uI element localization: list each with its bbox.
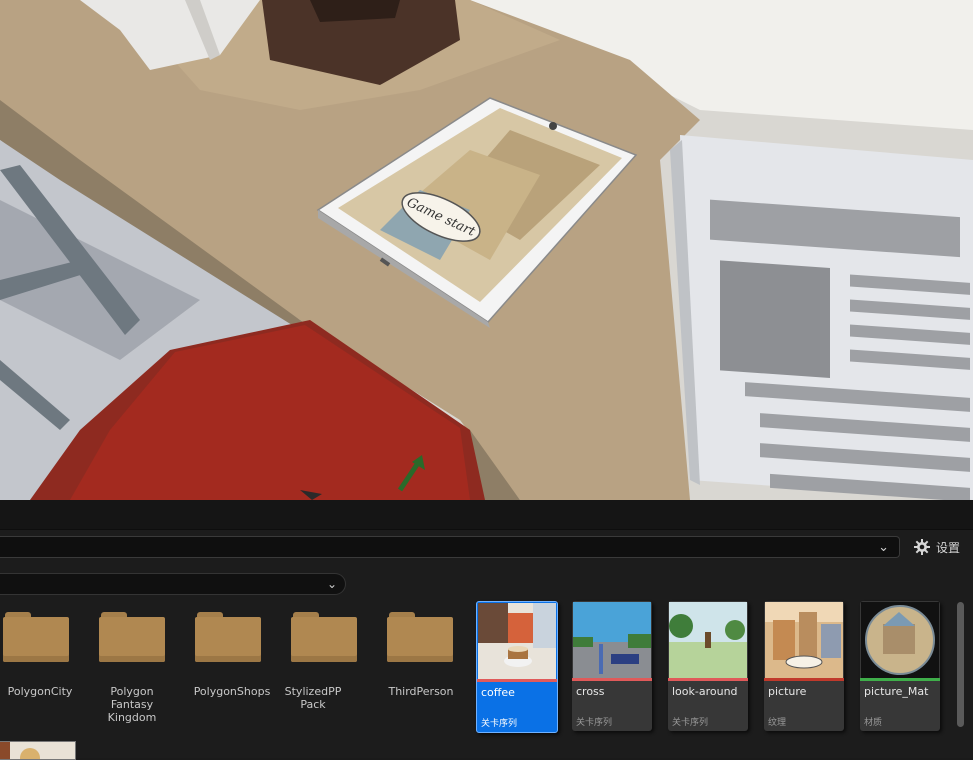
panel-header-strip — [0, 500, 973, 530]
folder-name: ThirdPerson — [388, 685, 454, 698]
folder-item[interactable]: PolygonShops — [192, 600, 272, 731]
asset-name: look-around — [672, 685, 738, 698]
asset-tile-cross[interactable]: cross 关卡序列 — [572, 601, 652, 731]
folder-name: PolygonShops — [193, 685, 271, 698]
folder-item[interactable]: StylizedPP Pack — [285, 600, 368, 731]
asset-type-color-bar — [860, 678, 940, 681]
asset-tile-coffee[interactable]: coffee 关卡序列 — [476, 601, 558, 733]
asset-type: 关卡序列 — [481, 719, 518, 729]
chevron-down-icon[interactable]: ⌄ — [878, 540, 889, 555]
folder-name: Polygon Fantasy Kingdom — [107, 685, 157, 724]
search-filter-bar[interactable]: ⌄ — [0, 536, 900, 558]
asset-thumbnail — [669, 602, 747, 678]
vertical-scrollbar[interactable] — [957, 602, 964, 727]
asset-name: cross — [576, 685, 605, 698]
gear-icon — [914, 539, 930, 555]
path-dropdown[interactable]: ⌄ — [0, 573, 346, 595]
content-browser: ⌄ 设置 ⌄ PolygonCity Polygon Fantasy Kingd… — [0, 500, 973, 760]
folder-icon — [3, 612, 69, 662]
asset-type: 材质 — [864, 718, 883, 728]
asset-name: coffee — [481, 686, 515, 699]
asset-tile-picture[interactable]: picture 纹理 — [764, 601, 844, 731]
asset-type: 纹理 — [768, 718, 787, 728]
folder-item[interactable]: PolygonCity — [0, 600, 80, 731]
settings-label: 设置 — [936, 540, 961, 555]
asset-tile-look-around[interactable]: look-around 关卡序列 — [668, 601, 748, 731]
asset-type-color-bar — [477, 679, 557, 682]
asset-tile-partial[interactable] — [0, 741, 76, 760]
asset-name: picture_Mat — [864, 685, 929, 698]
asset-name: picture — [768, 685, 807, 698]
folder-item[interactable]: Polygon Fantasy Kingdom — [96, 600, 176, 731]
folder-icon — [387, 612, 453, 662]
asset-type: 关卡序列 — [672, 718, 709, 728]
folder-icon — [99, 612, 165, 662]
folder-icon — [291, 612, 357, 662]
folder-item[interactable]: ThirdPerson — [384, 600, 464, 731]
asset-thumbnail — [765, 602, 843, 678]
asset-type-color-bar — [668, 678, 748, 681]
folder-name: StylizedPP Pack — [284, 685, 342, 711]
viewport-scene: Game start — [0, 0, 973, 500]
asset-thumbnail — [573, 602, 651, 678]
folder-name: PolygonCity — [7, 685, 73, 698]
asset-type: 关卡序列 — [576, 718, 613, 728]
asset-thumbnail — [861, 602, 939, 678]
asset-type-color-bar — [764, 678, 844, 681]
folder-icon — [195, 612, 261, 662]
level-viewport[interactable]: Game start — [0, 0, 973, 500]
settings-button[interactable]: 设置 — [914, 537, 960, 557]
asset-tile-picture-mat[interactable]: picture_Mat 材质 — [860, 601, 940, 731]
asset-type-color-bar — [572, 678, 652, 681]
chevron-down-icon[interactable]: ⌄ — [327, 577, 337, 591]
asset-thumbnail — [478, 603, 556, 679]
